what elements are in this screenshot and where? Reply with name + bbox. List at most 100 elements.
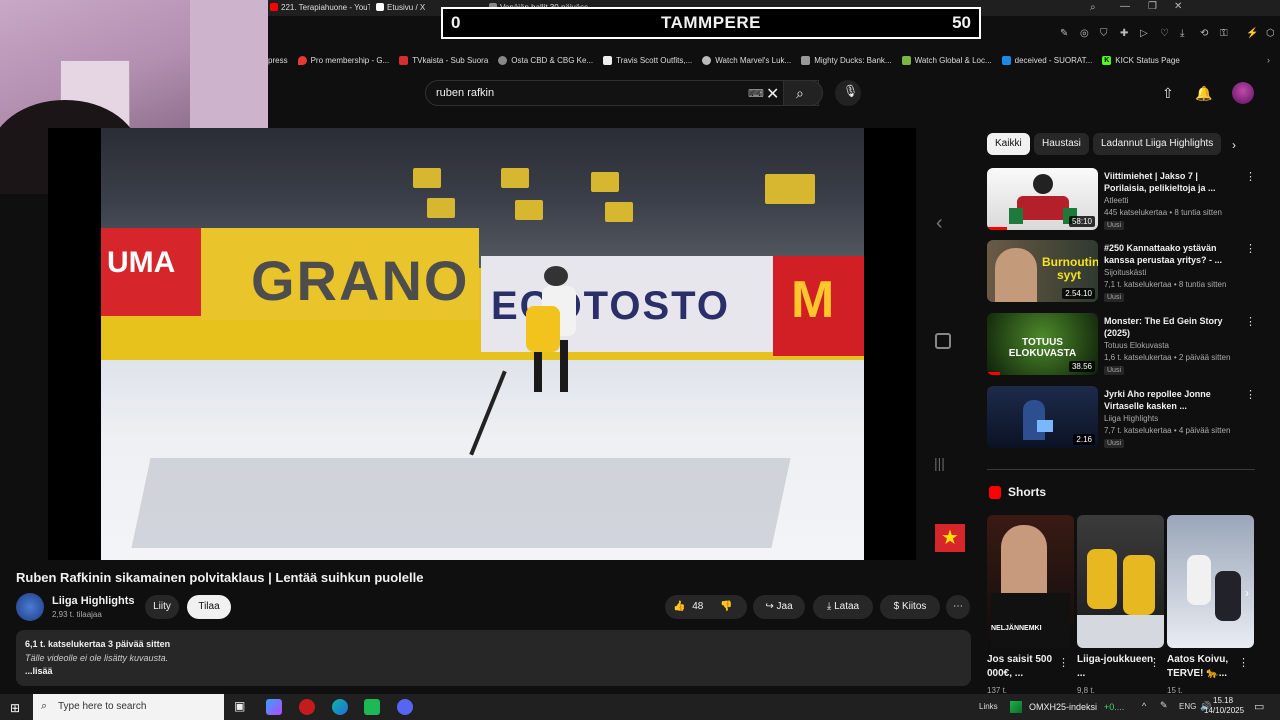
bell-icon[interactable]: 🔔 <box>1195 85 1212 102</box>
search-button[interactable]: ⌕ <box>783 80 823 106</box>
user-avatar[interactable] <box>1232 82 1254 104</box>
recommendation-title[interactable]: Viittimiehet | Jakso 7 | Porilaisia, pel… <box>1104 170 1240 194</box>
windows-start-icon[interactable]: ⊞ <box>10 701 20 715</box>
clear-search-icon[interactable]: ✕ <box>766 84 779 104</box>
recommendation-item[interactable]: Burnoutin syyt 2.54.10 #250 Kannattaako … <box>987 240 1256 306</box>
bookmark-travis-scott[interactable]: Travis Scott Outfits,... <box>603 55 692 65</box>
close-window-icon[interactable]: ✕ <box>1174 1 1182 12</box>
search-input[interactable]: ruben rafkin <box>436 87 494 99</box>
play-icon[interactable]: ▷ <box>1140 28 1148 39</box>
clock-time[interactable]: 15.18 <box>1213 696 1233 705</box>
more-vertical-icon[interactable]: ⋮ <box>1149 656 1160 669</box>
short-thumbnail[interactable] <box>1077 515 1164 648</box>
chevron-up-icon[interactable]: ^ <box>1142 701 1146 711</box>
extension-icon[interactable]: ✚ <box>1120 28 1128 39</box>
recommendation-title[interactable]: #250 Kannattaako ystävän kanssa perustaa… <box>1104 242 1240 266</box>
bars-icon[interactable]: ||| <box>934 455 945 471</box>
menu-icon[interactable]: ⬡ <box>1266 28 1275 39</box>
join-button[interactable]: Liity <box>145 595 179 619</box>
channel-name[interactable]: Liiga Highlights <box>52 595 135 607</box>
chip-all[interactable]: Kaikki <box>987 133 1030 155</box>
heart-icon[interactable]: ♡ <box>1160 28 1169 39</box>
bookmark-kick-status[interactable]: K KICK Status Page <box>1102 55 1180 65</box>
app-icon[interactable] <box>266 699 282 715</box>
bookmark-press[interactable]: press <box>268 56 288 65</box>
voice-search-button[interactable]: 🎙 <box>835 80 861 106</box>
more-actions-button[interactable]: ⋯ <box>946 595 970 619</box>
more-vertical-icon[interactable]: ⋮ <box>1058 656 1069 669</box>
like-count[interactable]: 48 <box>692 595 703 619</box>
recommendation-channel[interactable]: Liiga Highlights <box>1104 414 1158 423</box>
chevron-left-icon[interactable]: ‹ <box>936 212 943 235</box>
bookmark-pro-membership[interactable]: Pro membership - G... <box>297 55 389 65</box>
task-view-icon[interactable]: ▣ <box>234 699 245 713</box>
shield-icon[interactable]: ⛉ <box>1100 28 1108 39</box>
keyboard-icon[interactable]: ⌨ <box>748 87 764 100</box>
language-indicator[interactable]: ENG <box>1179 702 1196 711</box>
short-title[interactable]: Liiga-joukkueen ... <box>1077 653 1155 681</box>
bookmark-mighty-ducks[interactable]: Mighty Ducks: Bank... <box>801 55 892 65</box>
search-box[interactable]: ruben rafkin ⌨ ✕ <box>425 80 819 106</box>
restore-icon[interactable]: ❐ <box>1148 1 1157 12</box>
short-thumbnail[interactable]: NELJÄNNEMKI <box>987 515 1074 648</box>
recommendation-channel[interactable]: Sijoituskästi <box>1104 268 1146 277</box>
tray-links[interactable]: Links <box>979 702 998 711</box>
recommendation-channel[interactable]: Atleetti <box>1104 196 1128 205</box>
upload-icon[interactable]: ⇧ <box>1162 85 1174 102</box>
edge-icon[interactable] <box>332 699 348 715</box>
recommendation-title[interactable]: Monster: The Ed Gein Story (2025) <box>1104 315 1240 339</box>
description-box[interactable]: 6,1 t. katselukertaa 3 päivää sitten Täl… <box>16 630 971 686</box>
chip-uploaded-by-channel[interactable]: Ladannut Liiga Highlights <box>1093 133 1222 155</box>
taskbar-search[interactable]: ⌕ Type here to search <box>33 694 224 720</box>
history-icon[interactable]: ⟲ <box>1200 28 1208 39</box>
bookmark-marvel[interactable]: Watch Marvel's Luk... <box>702 55 791 65</box>
recommendation-channel[interactable]: Totuus Elokuvasta <box>1104 341 1169 350</box>
share-button[interactable]: ↪ Jaa <box>753 595 805 619</box>
thumbs-down-icon[interactable]: 👎 <box>720 601 732 612</box>
camera-icon[interactable]: ◎ <box>1080 28 1089 39</box>
short-title[interactable]: Jos saisit 500 000€, ... <box>987 653 1065 681</box>
more-vertical-icon[interactable]: ⋮ <box>1245 315 1256 328</box>
recommendation-item[interactable]: 2.16 Jyrki Aho repollee Jonne Virtaselle… <box>987 386 1256 452</box>
search-icon[interactable]: ⌕ <box>1090 2 1096 13</box>
lock-icon[interactable]: ⚿ <box>1220 28 1228 39</box>
bookmark-osta-cbd[interactable]: Osta CBD & CBG Ke... <box>498 55 593 65</box>
recommendation-item[interactable]: TOTUUS ELOKUVASTA 38.56 Monster: The Ed … <box>987 313 1256 379</box>
recommendation-title[interactable]: Jyrki Aho repollee Jonne Virtaselle kask… <box>1104 388 1240 412</box>
video-thumbnail[interactable]: 2.16 <box>987 386 1098 448</box>
video-thumbnail[interactable]: TOTUUS ELOKUVASTA 38.56 <box>987 313 1098 375</box>
bookmark-watch-global[interactable]: Watch Global & Loc... <box>901 55 992 65</box>
more-vertical-icon[interactable]: ⋮ <box>1245 242 1256 255</box>
more-vertical-icon[interactable]: ⋮ <box>1245 388 1256 401</box>
twitch-extension-icon[interactable]: ⚡ <box>1246 28 1258 39</box>
stock-name[interactable]: OMXH25-indeksi <box>1029 702 1097 712</box>
edit-icon[interactable]: ✎ <box>1060 28 1068 39</box>
notification-icon[interactable]: ▭ <box>1254 700 1264 713</box>
description-more-link[interactable]: ...lisää <box>25 666 53 676</box>
tab-terapiahuone[interactable]: 221. Terapiahuone - YouT <box>270 0 370 16</box>
video-frame[interactable]: UMA GRANO ECOTOSTO M <box>101 128 864 560</box>
recommendation-item[interactable]: 58:10 Viittimiehet | Jakso 7 | Porilaisi… <box>987 168 1256 234</box>
thanks-button[interactable]: $ Kiitos <box>880 595 940 619</box>
more-vertical-icon[interactable]: ⋮ <box>1245 170 1256 183</box>
chip-for-you[interactable]: Haustasi <box>1034 133 1089 155</box>
chevron-right-icon[interactable]: › <box>1245 586 1249 600</box>
short-title[interactable]: Aatos Koivu, TERVE! 🐆... <box>1167 653 1245 681</box>
video-thumbnail[interactable]: 58:10 <box>987 168 1098 230</box>
download-icon[interactable]: ⤓ <box>1180 28 1184 39</box>
download-button[interactable]: ⤓ Lataa <box>813 595 873 619</box>
discord-icon[interactable] <box>397 699 413 715</box>
channel-avatar[interactable] <box>16 593 44 621</box>
minimize-icon[interactable]: — <box>1120 1 1130 12</box>
bookmark-deceived[interactable]: deceived - SUORAT... <box>1001 55 1092 65</box>
pen-icon[interactable]: ✎ <box>1160 700 1168 711</box>
opera-icon[interactable] <box>299 699 315 715</box>
star-badge-icon[interactable]: ★ <box>935 524 965 552</box>
subscribe-button[interactable]: Tilaa <box>187 595 231 619</box>
more-vertical-icon[interactable]: ⋮ <box>1238 656 1249 669</box>
chevron-right-icon[interactable]: › <box>1267 55 1270 65</box>
thumbs-up-icon[interactable]: 👍 <box>673 601 685 612</box>
chevron-right-icon[interactable]: › <box>1232 138 1236 152</box>
square-icon[interactable] <box>935 333 951 349</box>
app-icon[interactable] <box>364 699 380 715</box>
